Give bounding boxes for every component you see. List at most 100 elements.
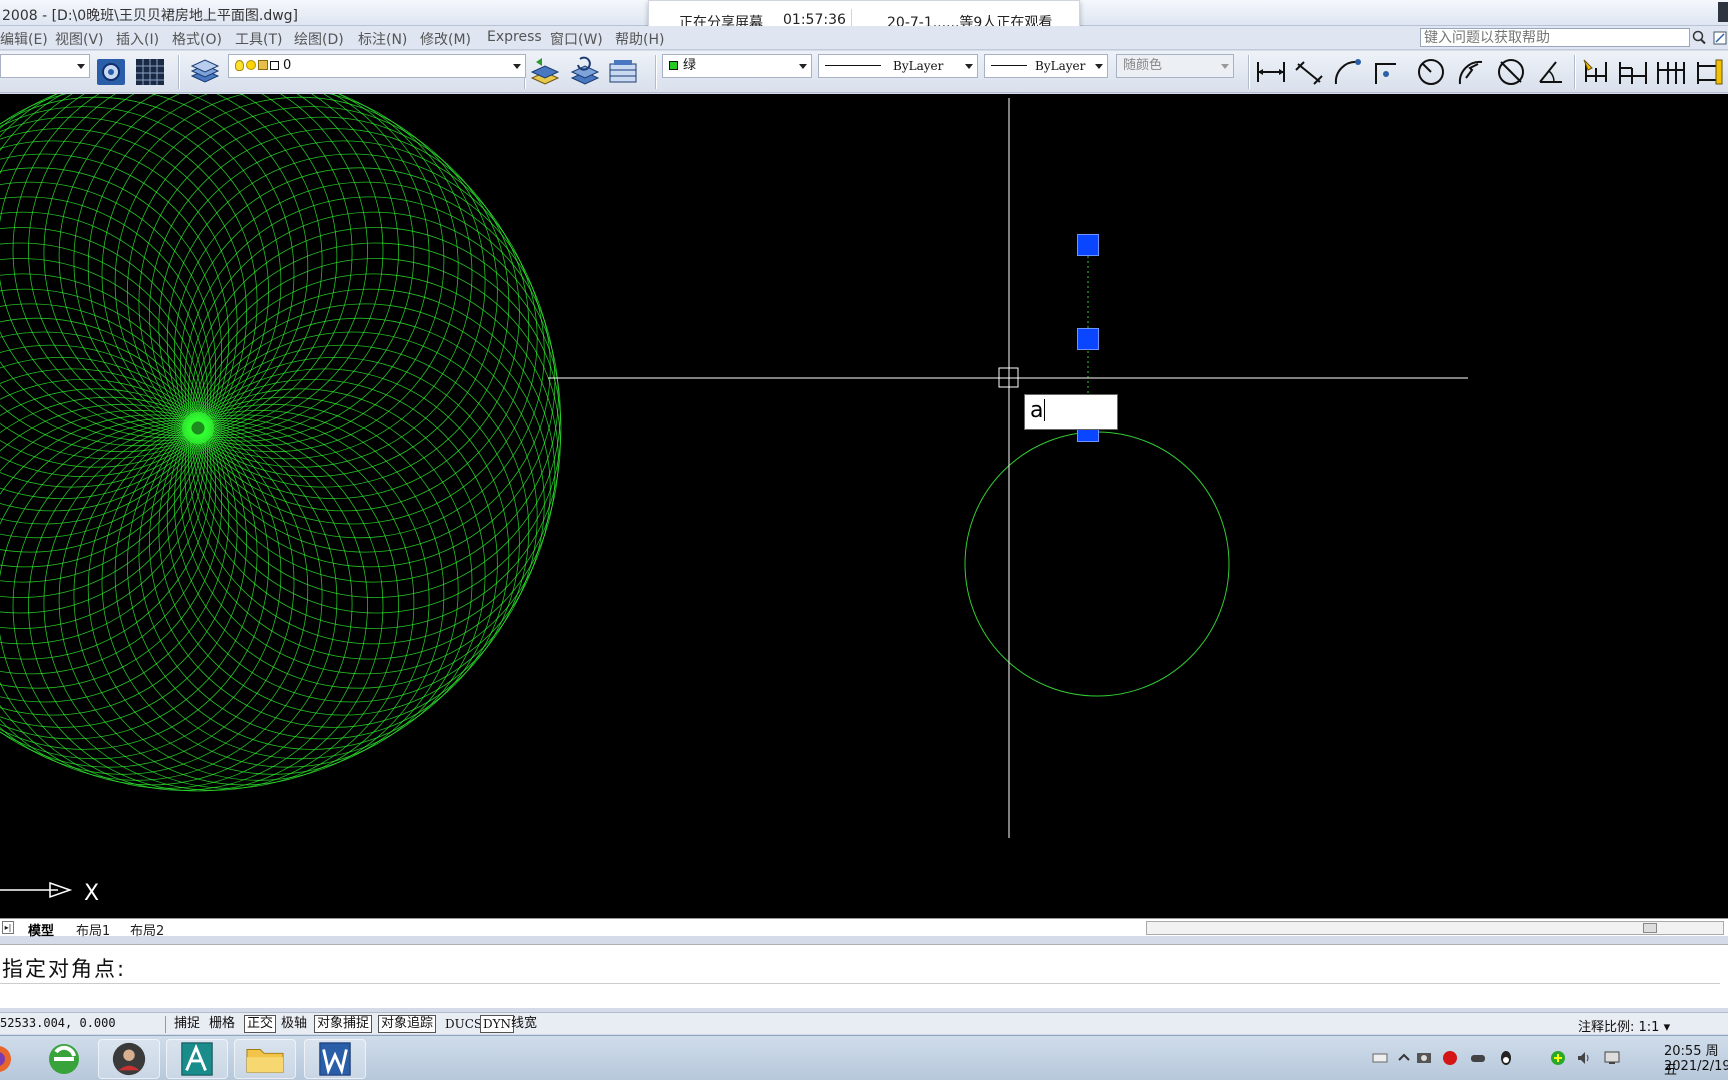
autocad-icon[interactable] (166, 1039, 228, 1079)
menu-help[interactable]: 帮助(H) (615, 29, 664, 49)
array-circle (58, 94, 430, 442)
layer-walk-icon[interactable] (606, 56, 640, 88)
status-polar-button[interactable]: 极轴 (278, 1015, 310, 1033)
annotation-scale[interactable]: 注释比例: 1:1 ▾ (1578, 1016, 1670, 1035)
grip-handle[interactable] (1077, 234, 1099, 256)
array-circle (148, 356, 520, 728)
menu-edit[interactable]: 编辑(E) (0, 29, 48, 49)
network-plus-icon[interactable] (1550, 1050, 1566, 1066)
layer-lock-icon (258, 60, 268, 70)
status-osnap-button[interactable]: 对象捕捉 (314, 1015, 373, 1033)
continue-dimension-icon[interactable] (1654, 56, 1688, 88)
layer-name: 0 (283, 58, 292, 73)
layer-select[interactable]: 0 (228, 54, 526, 78)
display-icon[interactable] (1604, 1050, 1620, 1066)
status-bar: 52533.004, 0.000 捕捉 栅格 正交 极轴 对象捕捉 对象追踪 D… (0, 1012, 1728, 1035)
gamepad-icon[interactable] (1470, 1050, 1486, 1066)
grip-handle[interactable] (1077, 328, 1099, 350)
linetype-select[interactable]: ByLayer (818, 54, 978, 78)
layer-states-icon[interactable] (568, 56, 602, 88)
window-close-button[interactable] (1718, 2, 1728, 22)
tab-layout1[interactable]: 布局1 (76, 920, 110, 939)
layer-on-icon (235, 60, 244, 71)
workspace-settings-icon[interactable] (94, 56, 128, 88)
jogged-dimension-icon[interactable] (1454, 56, 1488, 88)
chevron-up-icon[interactable] (1396, 1050, 1412, 1066)
record-dot-icon[interactable] (1442, 1050, 1458, 1066)
baseline-dimension-icon[interactable] (1616, 56, 1650, 88)
keyboard-icon[interactable] (1372, 1050, 1388, 1066)
layer-properties-icon[interactable] (188, 56, 222, 88)
array-circle (0, 94, 323, 447)
radius-dimension-icon[interactable] (1414, 56, 1448, 88)
clock-date[interactable]: 2021/2/19 (1664, 1059, 1728, 1074)
command-window: 指定对角点: (0, 944, 1728, 1008)
array-circle (0, 419, 368, 791)
linear-dimension-icon[interactable] (1254, 56, 1288, 88)
coordinate-readout[interactable]: 52533.004, 0.000 (0, 1016, 166, 1033)
layer-previous-icon[interactable] (528, 56, 562, 88)
menu-tools[interactable]: 工具(T) (235, 29, 282, 49)
tab-scroll-button[interactable]: ▸| (2, 921, 14, 934)
array-circle (158, 140, 530, 512)
color-select[interactable]: 绿 (662, 54, 812, 78)
lineweight-select[interactable]: ByLayer (984, 54, 1108, 78)
horizontal-scrollbar[interactable] (1146, 921, 1724, 935)
scrollbar-thumb[interactable] (1643, 923, 1657, 933)
layout-tabs: ▸| 模型 布局1 布局2 (0, 918, 1728, 939)
status-ortho-button[interactable]: 正交 (244, 1015, 277, 1033)
ie-browser-icon[interactable] (32, 1039, 96, 1079)
status-lineweight-button[interactable]: 线宽 (508, 1015, 540, 1033)
workspace-grid-icon[interactable] (133, 56, 167, 88)
array-circle (73, 409, 445, 781)
menu-view[interactable]: 视图(V) (55, 29, 104, 49)
ucs-axis-label: X (84, 881, 99, 906)
qq-icon[interactable] (1498, 1050, 1514, 1066)
array-circle (126, 106, 498, 478)
toolbar-divider (655, 55, 657, 89)
angular-dimension-icon[interactable] (1534, 56, 1568, 88)
status-otrack-button[interactable]: 对象追踪 (378, 1015, 437, 1033)
firefox-icon[interactable] (0, 1039, 16, 1079)
workspace-select[interactable] (0, 54, 90, 78)
word-icon[interactable] (304, 1039, 366, 1079)
menu-format[interactable]: 格式(O) (172, 29, 222, 49)
app-avatar-icon[interactable] (98, 1039, 160, 1079)
drawing-canvas[interactable]: X a (0, 94, 1728, 918)
diameter-dimension-icon[interactable] (1494, 56, 1528, 88)
status-snap-button[interactable]: 捕捉 (171, 1015, 203, 1033)
aligned-dimension-icon[interactable] (1292, 56, 1326, 88)
volume-icon[interactable] (1576, 1050, 1592, 1066)
menu-draw[interactable]: 绘图(D) (294, 29, 344, 49)
dimension-space-icon[interactable] (1692, 56, 1726, 88)
chevron-down-icon (1221, 64, 1229, 69)
command-input[interactable] (0, 983, 1720, 1007)
status-grid-button[interactable]: 栅格 (206, 1015, 238, 1033)
search-icon[interactable] (1690, 29, 1708, 47)
chevron-down-icon (965, 64, 973, 69)
dynamic-input-field[interactable]: a (1024, 394, 1118, 430)
menu-dimension[interactable]: 标注(N) (358, 29, 407, 49)
array-center-glow (182, 412, 214, 444)
file-explorer-icon[interactable] (234, 1039, 296, 1079)
array-circle (179, 181, 551, 553)
command-prompt: 指定对角点: (2, 957, 127, 981)
screen-record-icon[interactable] (1416, 1050, 1432, 1066)
toolbar-divider (1574, 55, 1576, 89)
menu-insert[interactable]: 插入(I) (116, 29, 159, 49)
menu-modify[interactable]: 修改(M) (420, 29, 471, 49)
linetype-preview (825, 65, 881, 66)
drawn-circle[interactable] (964, 431, 1230, 697)
quick-dimension-icon[interactable] (1578, 56, 1612, 88)
status-ducs-button[interactable]: DUCS (442, 1015, 485, 1033)
tab-model[interactable]: 模型 (28, 920, 54, 939)
help-search-input[interactable] (1420, 28, 1690, 47)
ordinate-dimension-icon[interactable] (1368, 56, 1402, 88)
menu-express[interactable]: Express (487, 29, 542, 45)
tab-layout2[interactable]: 布局2 (130, 920, 164, 939)
circle-array-pattern (0, 94, 562, 792)
communication-center-icon[interactable] (1712, 29, 1728, 47)
menu-window[interactable]: 窗口(W) (550, 29, 603, 49)
drawing-svg[interactable]: X (0, 94, 1728, 918)
arc-length-icon[interactable] (1330, 56, 1364, 88)
